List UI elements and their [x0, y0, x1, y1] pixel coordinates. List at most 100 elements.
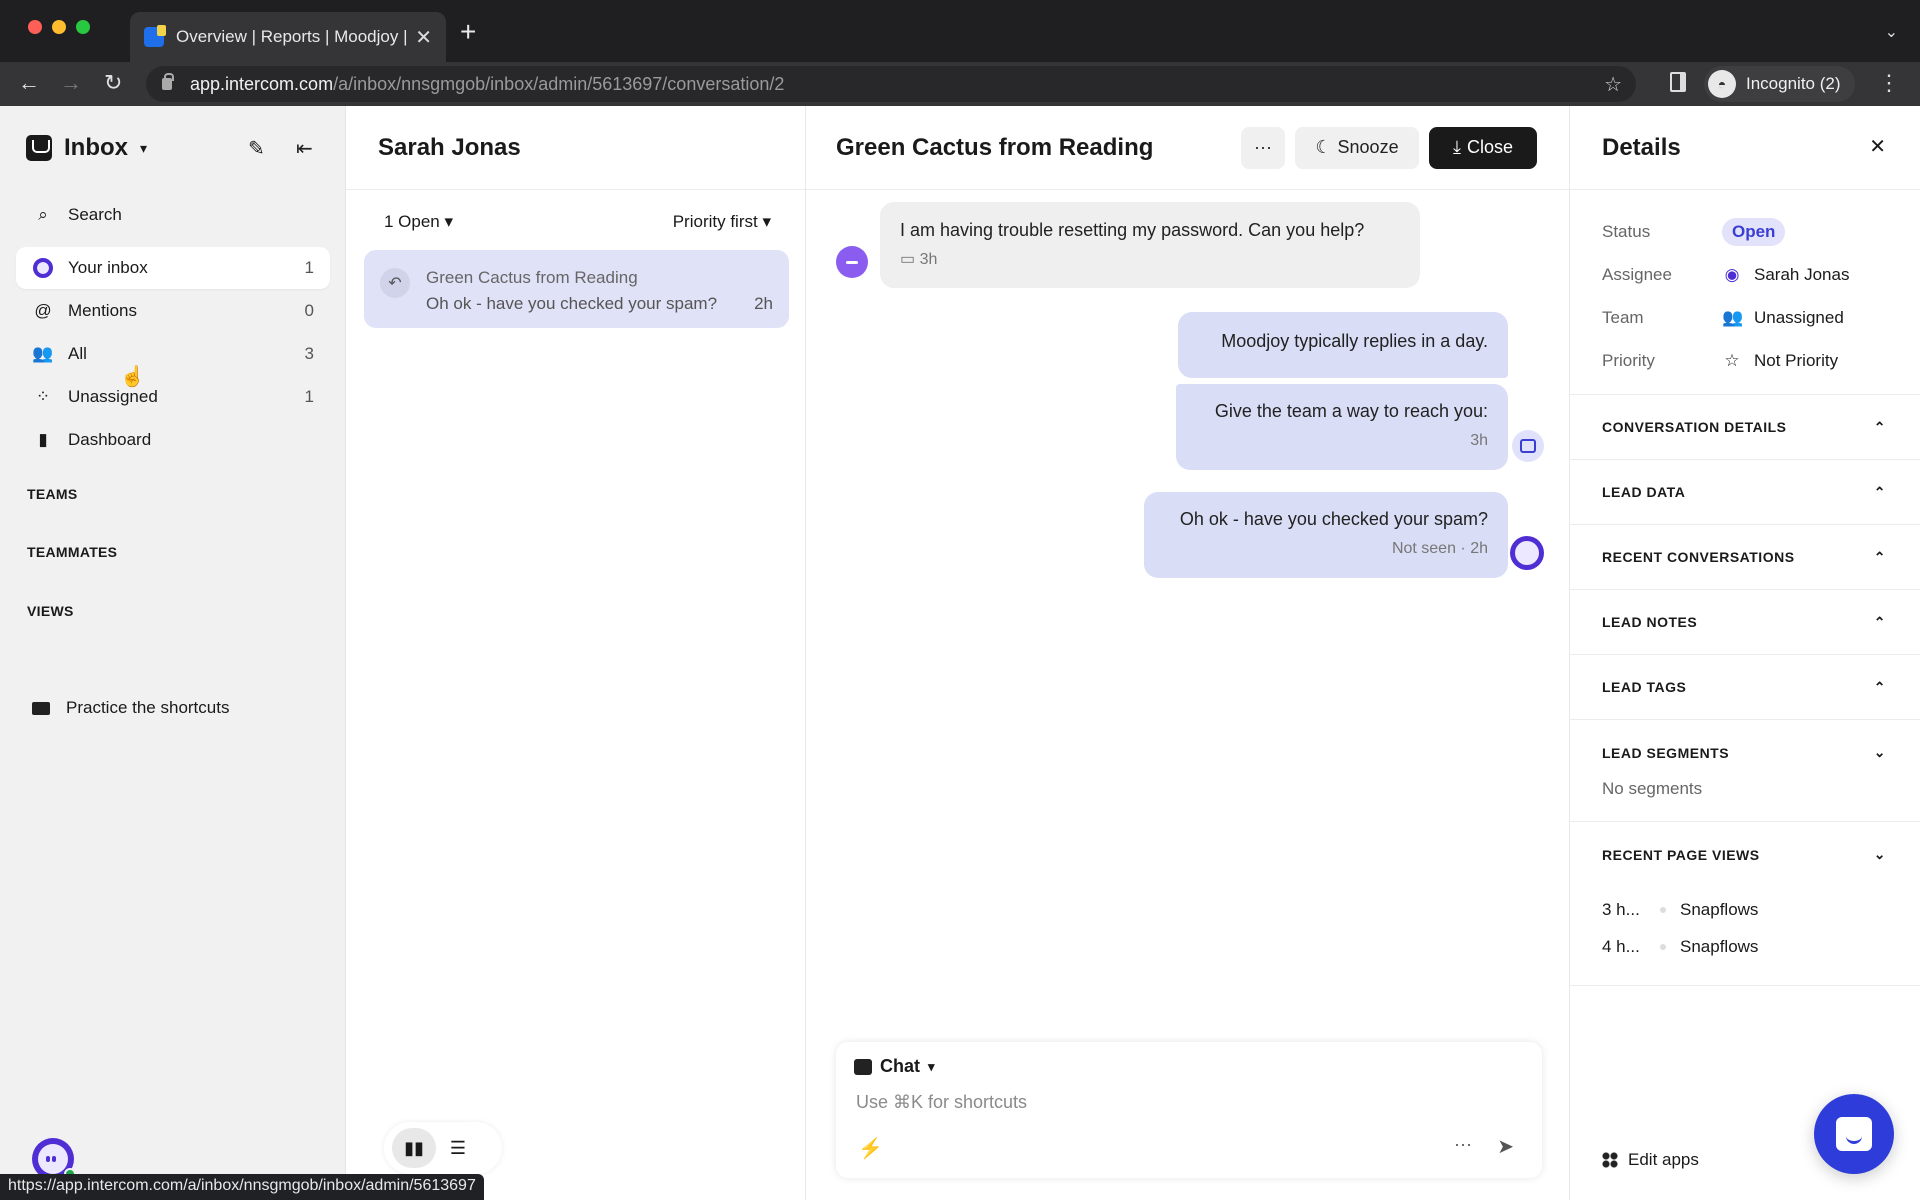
close-conversation-button[interactable]: ⤓ Close	[1429, 126, 1537, 169]
section-label: LEAD TAGS	[1602, 679, 1687, 695]
intercom-app: Inbox ▾ ✎ ⇤ ⌕ Search Your inbox 1 @ Ment…	[0, 106, 1920, 1200]
messenger-launcher[interactable]	[1814, 1094, 1894, 1174]
section-recent-page-views[interactable]: RECENT PAGE VIEWS ⌄	[1570, 822, 1920, 887]
composer-more-icon[interactable]: ···	[1454, 1134, 1472, 1155]
people-icon: 👥	[32, 344, 54, 363]
minimize-window-button[interactable]	[52, 20, 66, 34]
compose-icon[interactable]: ✎	[248, 136, 265, 161]
customer-avatar	[836, 246, 868, 278]
intercom-favicon-icon	[144, 25, 166, 47]
message-time: 3h	[1470, 432, 1488, 449]
sidebar-search[interactable]: ⌕ Search	[16, 194, 330, 236]
section-recent-conversations[interactable]: RECENT CONVERSATIONS ⌃	[1570, 525, 1920, 590]
attr-assignee[interactable]: Assignee ◉ Sarah Jonas	[1602, 253, 1888, 296]
admin-avatar	[1510, 536, 1544, 570]
sidebar-item-label: Mentions	[68, 301, 137, 320]
message-bubble: Oh ok - have you checked your spam? Not …	[1144, 492, 1508, 578]
channel-label: Chat	[880, 1056, 920, 1076]
attr-status: Status Open	[1602, 210, 1888, 253]
sidebar-item-unassigned[interactable]: ⁘ Unassigned 1	[16, 376, 330, 418]
chevron-up-icon: ⌃	[1873, 418, 1886, 435]
inbox-switcher[interactable]: Inbox ▾	[26, 134, 147, 162]
section-lead-tags[interactable]: LEAD TAGS ⌃	[1570, 655, 1920, 720]
close-label: Close	[1466, 137, 1513, 157]
status-badge[interactable]: Open	[1722, 217, 1786, 246]
attr-team[interactable]: Team 👥 Unassigned	[1602, 296, 1888, 339]
conversation-list-item[interactable]: ↶ Green Cactus from Reading Oh ok - have…	[364, 250, 789, 328]
conversation-time: 2h	[754, 294, 773, 313]
tab-search-icon[interactable]: ⌄	[1885, 22, 1898, 42]
star-icon: ☆	[1724, 350, 1740, 370]
bookmark-star-icon[interactable]: ☆	[1604, 72, 1622, 97]
snooze-icon: ☾	[1315, 137, 1332, 157]
section-lead-data[interactable]: LEAD DATA ⌃	[1570, 460, 1920, 525]
search-label: Search	[68, 205, 122, 224]
section-views[interactable]: VIEWS	[27, 603, 74, 619]
new-tab-button[interactable]: +	[460, 18, 476, 46]
sort-dropdown[interactable]: Priority first ▾	[673, 212, 771, 232]
tab-close-icon[interactable]: ✕	[415, 25, 432, 50]
attr-key: Priority	[1602, 350, 1655, 370]
address-bar: ← → ↻ app.intercom.com/a/inbox/nnsgmgob/…	[0, 62, 1920, 106]
attr-priority[interactable]: Priority ☆ Not Priority	[1602, 339, 1888, 382]
chevron-down-icon: ▾	[444, 212, 454, 231]
sidebar-item-all[interactable]: 👥 All 3	[16, 333, 330, 375]
browser-tabbar: Overview | Reports | Moodjoy | ✕ + ⌄	[0, 0, 1920, 62]
details-panel: Details ✕ Status Open Assignee ◉ Sarah Jo…	[1570, 106, 1920, 1200]
reload-icon[interactable]: ↻	[104, 70, 122, 96]
reply-input[interactable]	[856, 1092, 1456, 1113]
page-view-item[interactable]: 4 h... Snapflows	[1602, 928, 1888, 965]
list-filters: 1 Open ▾ Priority first ▾	[346, 190, 805, 232]
page-view-item[interactable]: 3 h... Snapflows	[1602, 891, 1888, 928]
open-filter-label: 1 Open	[384, 212, 440, 231]
no-segments-text: No segments	[1570, 779, 1920, 822]
section-lead-notes[interactable]: LEAD NOTES ⌃	[1570, 590, 1920, 655]
browser-menu-icon[interactable]: ⋮	[1878, 70, 1900, 96]
keyboard-icon	[32, 701, 50, 715]
close-details-icon[interactable]: ✕	[1869, 134, 1886, 159]
send-icon[interactable]: ➤	[1497, 1134, 1514, 1159]
conversation-attributes: Status Open Assignee ◉ Sarah Jonas Team 👥…	[1570, 190, 1920, 395]
side-panel-icon[interactable]	[1670, 72, 1686, 92]
section-teams[interactable]: TEAMS	[27, 486, 78, 502]
practice-shortcuts-link[interactable]: Practice the shortcuts	[32, 698, 229, 718]
chevron-down-icon: ▾	[140, 139, 148, 156]
page-view-time: 3 h...	[1602, 899, 1640, 919]
list-view-icon[interactable]: ☰	[436, 1128, 480, 1168]
sidebar-item-label: Dashboard	[68, 430, 152, 449]
forward-icon[interactable]: →	[60, 70, 82, 96]
back-icon[interactable]: ←	[18, 70, 40, 96]
edit-apps-button[interactable]: Edit apps	[1602, 1150, 1699, 1170]
sidebar-item-dashboard[interactable]: ▮ Dashboard	[16, 419, 330, 461]
timeline-dot-icon	[1660, 906, 1666, 913]
section-lead-segments[interactable]: LEAD SEGMENTS ⌄	[1570, 720, 1920, 785]
sidebar-item-mentions[interactable]: @ Mentions 0	[16, 290, 330, 332]
sidebar-item-count: 3	[304, 344, 314, 363]
channel-selector[interactable]: Chat ▾	[854, 1056, 935, 1077]
profile-button[interactable]: ◓ Incognito (2)	[1704, 66, 1855, 102]
section-teammates[interactable]: TEAMMATES	[27, 544, 117, 560]
more-actions-button[interactable]: ···	[1241, 126, 1285, 169]
sidebar-item-label: Your inbox	[68, 258, 148, 277]
close-window-button[interactable]	[28, 20, 42, 34]
maximize-window-button[interactable]	[76, 20, 90, 34]
section-label: LEAD DATA	[1602, 484, 1686, 500]
section-label: LEAD NOTES	[1602, 614, 1698, 630]
sidebar-item-your-inbox[interactable]: Your inbox 1	[16, 247, 330, 289]
chevron-up-icon: ⌃	[1873, 678, 1886, 695]
url-host: app.intercom.com	[190, 73, 334, 94]
incognito-icon: ◓	[1708, 70, 1736, 98]
list-title: Sarah Jonas	[346, 106, 805, 190]
conversation-panel: Green Cactus from Reading ··· ☾ Snooze ⤓ C…	[806, 106, 1570, 1200]
unassigned-icon: ⁘	[35, 387, 51, 406]
open-filter-dropdown[interactable]: 1 Open ▾	[384, 212, 453, 232]
chevron-down-icon: ⌄	[1873, 744, 1886, 760]
browser-tab[interactable]: Overview | Reports | Moodjoy | ✕	[130, 12, 446, 62]
split-view-icon[interactable]: ▮▮	[392, 1128, 436, 1168]
snooze-button[interactable]: ☾ Snooze	[1295, 126, 1419, 169]
section-conversation-details[interactable]: CONVERSATION DETAILS ⌃	[1570, 395, 1920, 460]
inbox-sidebar: Inbox ▾ ✎ ⇤ ⌕ Search Your inbox 1 @ Ment…	[0, 106, 346, 1200]
lightning-icon[interactable]: ⚡	[858, 1136, 883, 1161]
collapse-sidebar-icon[interactable]: ⇤	[296, 136, 313, 161]
url-field[interactable]: app.intercom.com/a/inbox/nnsgmgob/inbox/…	[146, 66, 1636, 102]
